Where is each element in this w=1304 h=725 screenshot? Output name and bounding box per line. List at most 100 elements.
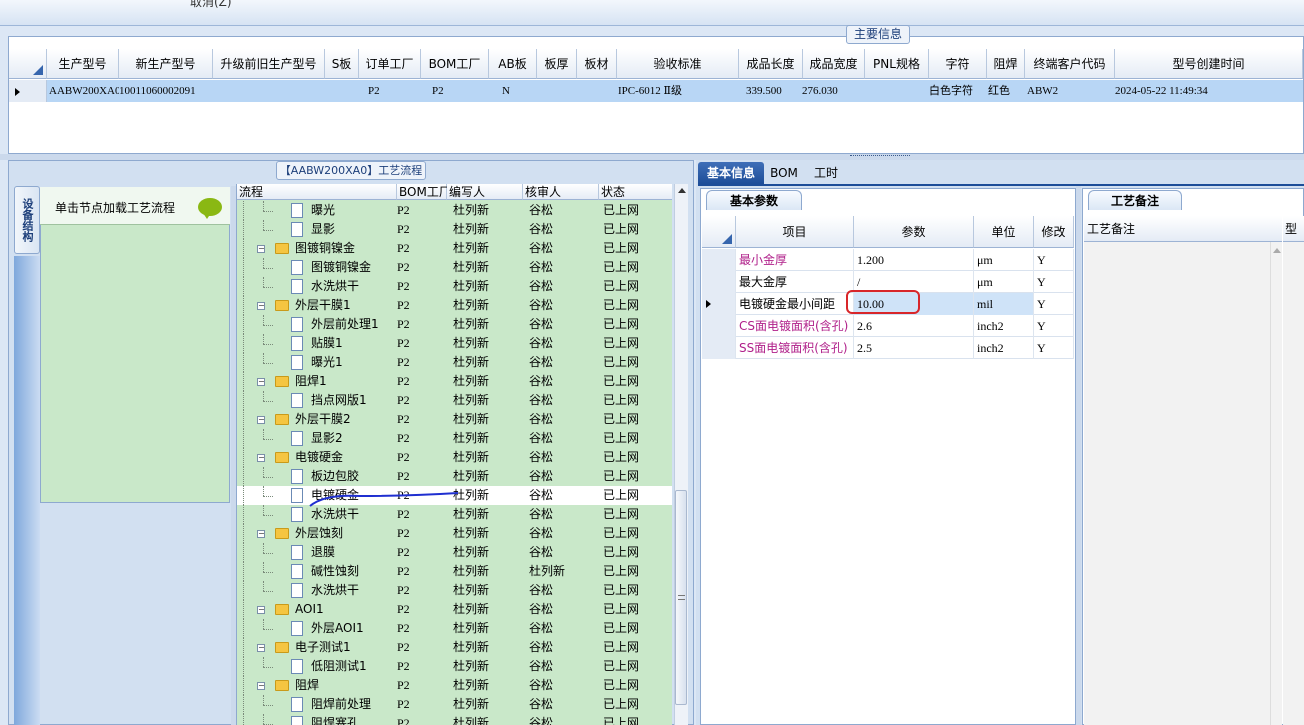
- tree-row[interactable]: 碱性蚀刻 P2 杜列新 杜列新 已上网: [237, 562, 672, 581]
- tree-cell-bom: P2: [397, 241, 410, 255]
- col-pnl[interactable]: PNL规格: [865, 49, 929, 79]
- tree-cell-bom: P2: [397, 545, 410, 559]
- tree-cell-reviewer: 谷松: [529, 317, 554, 331]
- tree-row[interactable]: − 电镀硬金 P2 杜列新 谷松 已上网: [237, 448, 672, 467]
- tab-basic-params[interactable]: 基本参数: [706, 190, 802, 210]
- col-width[interactable]: 成品宽度: [803, 49, 865, 79]
- col-material[interactable]: 板材: [577, 49, 617, 79]
- right-splitter[interactable]: [1076, 186, 1081, 725]
- col-char[interactable]: 字符: [929, 49, 987, 79]
- col-created[interactable]: 型号创建时间: [1115, 49, 1303, 79]
- collapse-icon[interactable]: −: [257, 644, 265, 652]
- tree-row[interactable]: 阻焊前处理 P2 杜列新 谷松 已上网: [237, 695, 672, 714]
- collapse-icon[interactable]: −: [257, 454, 265, 462]
- tree-col-status[interactable]: 状态: [599, 184, 672, 200]
- col-standard[interactable]: 验收标准: [617, 49, 739, 79]
- scroll-up-icon[interactable]: [678, 188, 686, 193]
- tree-scroll-thumb[interactable]: [675, 490, 687, 705]
- tree-row[interactable]: 图镀铜镍金 P2 杜列新 谷松 已上网: [237, 258, 672, 277]
- collapse-icon[interactable]: −: [257, 682, 265, 690]
- memo-scrollbar[interactable]: [1270, 242, 1282, 725]
- param-col-modify[interactable]: 修改: [1034, 216, 1074, 248]
- col-customer[interactable]: 终端客户代码: [1025, 49, 1115, 79]
- tree-cell-process: 电镀硬金: [295, 450, 344, 464]
- tree-row[interactable]: 低阻测试1 P2 杜列新 谷松 已上网: [237, 657, 672, 676]
- tab-bom[interactable]: BOM: [766, 162, 802, 184]
- col-solder[interactable]: 阻焊: [987, 49, 1025, 79]
- tree-row[interactable]: − 阻焊 P2 杜列新 谷松 已上网: [237, 676, 672, 695]
- col-s-board[interactable]: S板: [325, 49, 359, 79]
- tree-col-process[interactable]: 流程: [237, 184, 397, 200]
- collapse-icon[interactable]: −: [257, 606, 265, 614]
- tree-row[interactable]: − 图镀铜镍金 P2 杜列新 谷松 已上网: [237, 239, 672, 258]
- collapse-icon[interactable]: −: [257, 245, 265, 253]
- load-node-panel[interactable]: [40, 187, 230, 503]
- tree-row[interactable]: 曝光1 P2 杜列新 谷松 已上网: [237, 353, 672, 372]
- col-old-model[interactable]: 升级前旧生产型号: [213, 49, 325, 79]
- tree-row[interactable]: 水洗烘干 P2 杜列新 谷松 已上网: [237, 277, 672, 296]
- col-thickness[interactable]: 板厚: [537, 49, 577, 79]
- tree-row[interactable]: − 外层蚀刻 P2 杜列新 谷松 已上网: [237, 524, 672, 543]
- tree-cell-process: 外层前处理1: [311, 317, 379, 331]
- tree-row[interactable]: − 外层干膜1 P2 杜列新 谷松 已上网: [237, 296, 672, 315]
- col-new-model[interactable]: 新生产型号: [119, 49, 213, 79]
- tree-row[interactable]: 显影2 P2 杜列新 谷松 已上网: [237, 429, 672, 448]
- process-tree: 流程 BOM工厂 编写人 核审人 状态 曝光 P2 杜列新 谷松 已上网 显影 P2 杜列新谷…: [236, 184, 672, 725]
- tree-col-writer[interactable]: 编写人: [447, 184, 523, 200]
- tree-cell-bom: P2: [397, 526, 410, 540]
- tab-process-memo[interactable]: 工艺备注: [1088, 190, 1182, 210]
- tree-col-reviewer[interactable]: 核审人: [523, 184, 599, 200]
- tree-row[interactable]: 外层前处理1 P2 杜列新 谷松 已上网: [237, 315, 672, 334]
- tree-row[interactable]: − 电子测试1 P2 杜列新 谷松 已上网: [237, 638, 672, 657]
- memo-scroll-up-icon[interactable]: [1273, 248, 1281, 253]
- tree-row[interactable]: 阻焊塞孔 P2 杜列新 谷松 已上网: [237, 714, 672, 725]
- collapse-icon[interactable]: −: [257, 378, 265, 386]
- document-icon: [291, 317, 303, 332]
- folder-icon: [275, 528, 289, 539]
- collapse-icon[interactable]: −: [257, 416, 265, 424]
- col-order-factory[interactable]: 订单工厂: [359, 49, 421, 79]
- tree-row[interactable]: 水洗烘干 P2 杜列新 谷松 已上网: [237, 581, 672, 600]
- tree-cell-status: 已上网: [603, 222, 640, 236]
- col-bom-factory[interactable]: BOM工厂: [421, 49, 489, 79]
- param-col-value[interactable]: 参数: [854, 216, 974, 248]
- tree-cell-reviewer: 谷松: [529, 222, 554, 236]
- tree-cell-writer: 杜列新: [453, 393, 490, 407]
- tree-row[interactable]: 曝光 P2 杜列新 谷松 已上网: [237, 201, 672, 220]
- tree-col-bom[interactable]: BOM工厂: [397, 184, 451, 200]
- folder-icon: [275, 452, 289, 463]
- tree-row[interactable]: − 阻焊1 P2 杜列新 谷松 已上网: [237, 372, 672, 391]
- cancel-button[interactable]: 取消(Z): [190, 0, 232, 10]
- tab-equipment-structure[interactable]: 设备结构: [14, 186, 40, 254]
- param-cell-value[interactable]: 1.200: [854, 249, 974, 271]
- tree-row[interactable]: − AOI1 P2 杜列新 谷松 已上网: [237, 600, 672, 619]
- tree-row[interactable]: 退膜 P2 杜列新 谷松 已上网: [237, 543, 672, 562]
- tree-row[interactable]: − 外层干膜2 P2 杜列新 谷松 已上网: [237, 410, 672, 429]
- param-cell-value[interactable]: 2.5: [854, 337, 974, 359]
- memo-text-area[interactable]: [1084, 242, 1270, 725]
- collapse-icon[interactable]: −: [257, 530, 265, 538]
- table-row[interactable]: AABW200XA0 10011060002091 P2 P2 N IPC-60…: [9, 80, 1303, 102]
- col-length[interactable]: 成品长度: [739, 49, 803, 79]
- param-col-unit[interactable]: 单位: [974, 216, 1034, 248]
- param-cell-unit: μm: [974, 249, 1034, 271]
- param-row[interactable]: SS面电镀面积(含孔) 2.5 inch2 Y: [702, 337, 1074, 359]
- param-col-item[interactable]: 项目: [736, 216, 854, 248]
- tab-basic-info[interactable]: 基本信息: [698, 162, 764, 184]
- tree-line: [263, 230, 273, 231]
- tree-row[interactable]: 外层AOI1 P2 杜列新 谷松 已上网: [237, 619, 672, 638]
- memo-col-model[interactable]: 型号: [1283, 216, 1304, 242]
- param-row[interactable]: 最小金厚 1.200 μm Y: [702, 249, 1074, 271]
- col-ab-board[interactable]: AB板: [489, 49, 537, 79]
- folder-icon: [275, 414, 289, 425]
- col-production-model[interactable]: 生产型号: [47, 49, 119, 79]
- tree-row[interactable]: 挡点网版1 P2 杜列新 谷松 已上网: [237, 391, 672, 410]
- tab-work-hours[interactable]: 工时: [806, 162, 846, 184]
- tree-row[interactable]: 贴膜1 P2 杜列新 谷松 已上网: [237, 334, 672, 353]
- param-cell-value[interactable]: 2.6: [854, 315, 974, 337]
- collapse-icon[interactable]: −: [257, 302, 265, 310]
- memo-col-header[interactable]: 工艺备注: [1084, 216, 1282, 242]
- param-row[interactable]: CS面电镀面积(含孔) 2.6 inch2 Y: [702, 315, 1074, 337]
- tree-row[interactable]: 显影 P2 杜列新 谷松 已上网: [237, 220, 672, 239]
- tree-line: [263, 325, 273, 326]
